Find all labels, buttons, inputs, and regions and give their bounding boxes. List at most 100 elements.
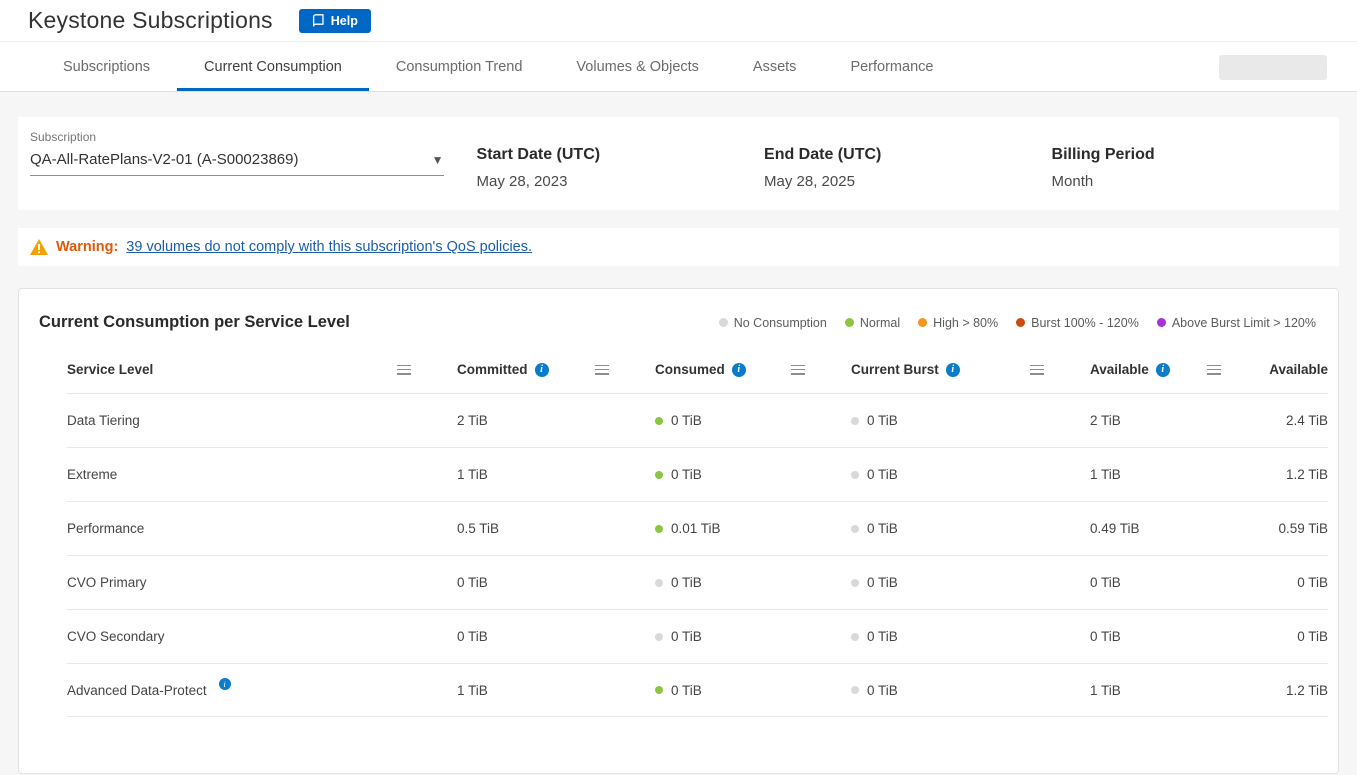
end-date-value: May 28, 2025 (764, 173, 1052, 190)
page-title: Keystone Subscriptions (28, 7, 273, 34)
start-date-value: May 28, 2023 (477, 173, 765, 190)
status-legend: No Consumption Normal High > 80% Burst 1… (719, 316, 1316, 330)
column-menu-icon[interactable] (1030, 365, 1044, 375)
subscription-select[interactable]: Subscription QA-All-RatePlans-V2-01 (A-S… (30, 130, 444, 176)
legend-item-burst: Burst 100% - 120% (1016, 316, 1139, 330)
column-header-available-2: Available (1269, 362, 1328, 377)
help-button[interactable]: Help (299, 9, 371, 33)
subscription-select-label: Subscription (30, 130, 444, 144)
qos-noncompliance-link[interactable]: 39 volumes do not comply with this subsc… (126, 239, 532, 255)
consumed-status-dot (655, 417, 663, 425)
column-menu-icon[interactable] (1207, 365, 1221, 375)
warning-triangle-icon (30, 239, 48, 255)
consumed-value: 0 TiB (671, 683, 702, 698)
service-level-info-icon[interactable]: i (219, 678, 231, 690)
book-icon (312, 14, 325, 27)
available-value: 1 TiB (1090, 683, 1121, 698)
table-row: Performance 0.5 TiB 0.01 TiB 0 TiB 0.49 … (67, 501, 1328, 555)
burst-status-dot (851, 686, 859, 694)
available-2-value: 2.4 TiB (1286, 413, 1328, 428)
tab-bar: Subscriptions Current Consumption Consum… (0, 42, 1357, 92)
warning-label: Warning: (56, 239, 118, 255)
consumption-card-title: Current Consumption per Service Level (39, 313, 350, 332)
high-dot (918, 318, 927, 327)
current-burst-info-icon[interactable]: i (946, 363, 960, 377)
legend-item-high: High > 80% (918, 316, 998, 330)
table-header-row: Service Level Committed i Consumed i Cur… (67, 362, 1328, 393)
service-level-name: CVO Secondary (67, 629, 165, 644)
tab-subscriptions[interactable]: Subscriptions (36, 42, 177, 91)
tab-consumption-trend[interactable]: Consumption Trend (369, 42, 550, 91)
burst-status-dot (851, 417, 859, 425)
table-row: Extreme 1 TiB 0 TiB 0 TiB 1 TiB 1.2 TiB (67, 447, 1328, 501)
available-2-value: 1.2 TiB (1286, 467, 1328, 482)
available-value: 0 TiB (1090, 575, 1121, 590)
page-content: Subscription QA-All-RatePlans-V2-01 (A-S… (0, 92, 1357, 775)
available-2-value: 0.59 TiB (1278, 521, 1328, 536)
burst-status-dot (851, 471, 859, 479)
burst-status-dot (851, 525, 859, 533)
table-row: CVO Primary 0 TiB 0 TiB 0 TiB 0 TiB 0 Ti… (67, 555, 1328, 609)
consumption-card: Current Consumption per Service Level No… (18, 288, 1339, 774)
tab-assets[interactable]: Assets (726, 42, 824, 91)
available-info-icon[interactable]: i (1156, 363, 1170, 377)
end-date-label: End Date (UTC) (764, 146, 1052, 164)
service-level-name: Advanced Data-Protect (67, 683, 207, 698)
available-2-value: 0 TiB (1297, 575, 1328, 590)
available-value: 2 TiB (1090, 413, 1121, 428)
consumed-value: 0 TiB (671, 467, 702, 482)
column-header-available: Available (1090, 362, 1149, 377)
burst-dot (1016, 318, 1025, 327)
consumed-status-dot (655, 579, 663, 587)
table-row: Data Tiering 2 TiB 0 TiB 0 TiB 2 TiB 2.4… (67, 393, 1328, 447)
chevron-down-icon: ▼ (432, 153, 444, 167)
committed-value: 1 TiB (457, 467, 488, 482)
above-burst-dot (1157, 318, 1166, 327)
legend-item-normal: Normal (845, 316, 900, 330)
tab-performance[interactable]: Performance (823, 42, 960, 91)
current-burst-value: 0 TiB (867, 629, 898, 644)
tab-volumes-objects[interactable]: Volumes & Objects (549, 42, 726, 91)
available-value: 0 TiB (1090, 629, 1121, 644)
committed-value: 0 TiB (457, 629, 488, 644)
column-menu-icon[interactable] (595, 365, 609, 375)
committed-value: 1 TiB (457, 683, 488, 698)
consumed-value: 0 TiB (671, 629, 702, 644)
column-menu-icon[interactable] (791, 365, 805, 375)
end-date-field: End Date (UTC) May 28, 2025 (764, 130, 1052, 190)
current-burst-value: 0 TiB (867, 413, 898, 428)
consumed-status-dot (655, 633, 663, 641)
qos-warning-banner: Warning: 39 volumes do not comply with t… (18, 228, 1339, 266)
billing-period-value: Month (1052, 173, 1340, 190)
service-level-name: Extreme (67, 467, 117, 482)
tab-bar-action-placeholder (1219, 55, 1327, 80)
burst-status-dot (851, 633, 859, 641)
column-header-committed: Committed (457, 362, 528, 377)
consumed-status-dot (655, 686, 663, 694)
column-header-current-burst: Current Burst (851, 362, 939, 377)
start-date-label: Start Date (UTC) (477, 146, 765, 164)
current-burst-value: 0 TiB (867, 683, 898, 698)
column-header-consumed: Consumed (655, 362, 725, 377)
tab-current-consumption[interactable]: Current Consumption (177, 42, 369, 91)
legend-item-no-consumption: No Consumption (719, 316, 827, 330)
service-level-name: Data Tiering (67, 413, 140, 428)
committed-info-icon[interactable]: i (535, 363, 549, 377)
available-value: 1 TiB (1090, 467, 1121, 482)
burst-status-dot (851, 579, 859, 587)
column-header-service-level: Service Level (67, 362, 153, 377)
consumed-status-dot (655, 471, 663, 479)
service-level-table: Service Level Committed i Consumed i Cur… (19, 362, 1338, 717)
column-menu-icon[interactable] (397, 365, 411, 375)
available-value: 0.49 TiB (1090, 521, 1140, 536)
current-burst-value: 0 TiB (867, 575, 898, 590)
service-level-name: CVO Primary (67, 575, 147, 590)
consumed-info-icon[interactable]: i (732, 363, 746, 377)
no-consumption-dot (719, 318, 728, 327)
current-burst-value: 0 TiB (867, 521, 898, 536)
consumed-status-dot (655, 525, 663, 533)
consumed-value: 0 TiB (671, 413, 702, 428)
table-row: CVO Secondary 0 TiB 0 TiB 0 TiB 0 TiB 0 … (67, 609, 1328, 663)
current-burst-value: 0 TiB (867, 467, 898, 482)
normal-dot (845, 318, 854, 327)
